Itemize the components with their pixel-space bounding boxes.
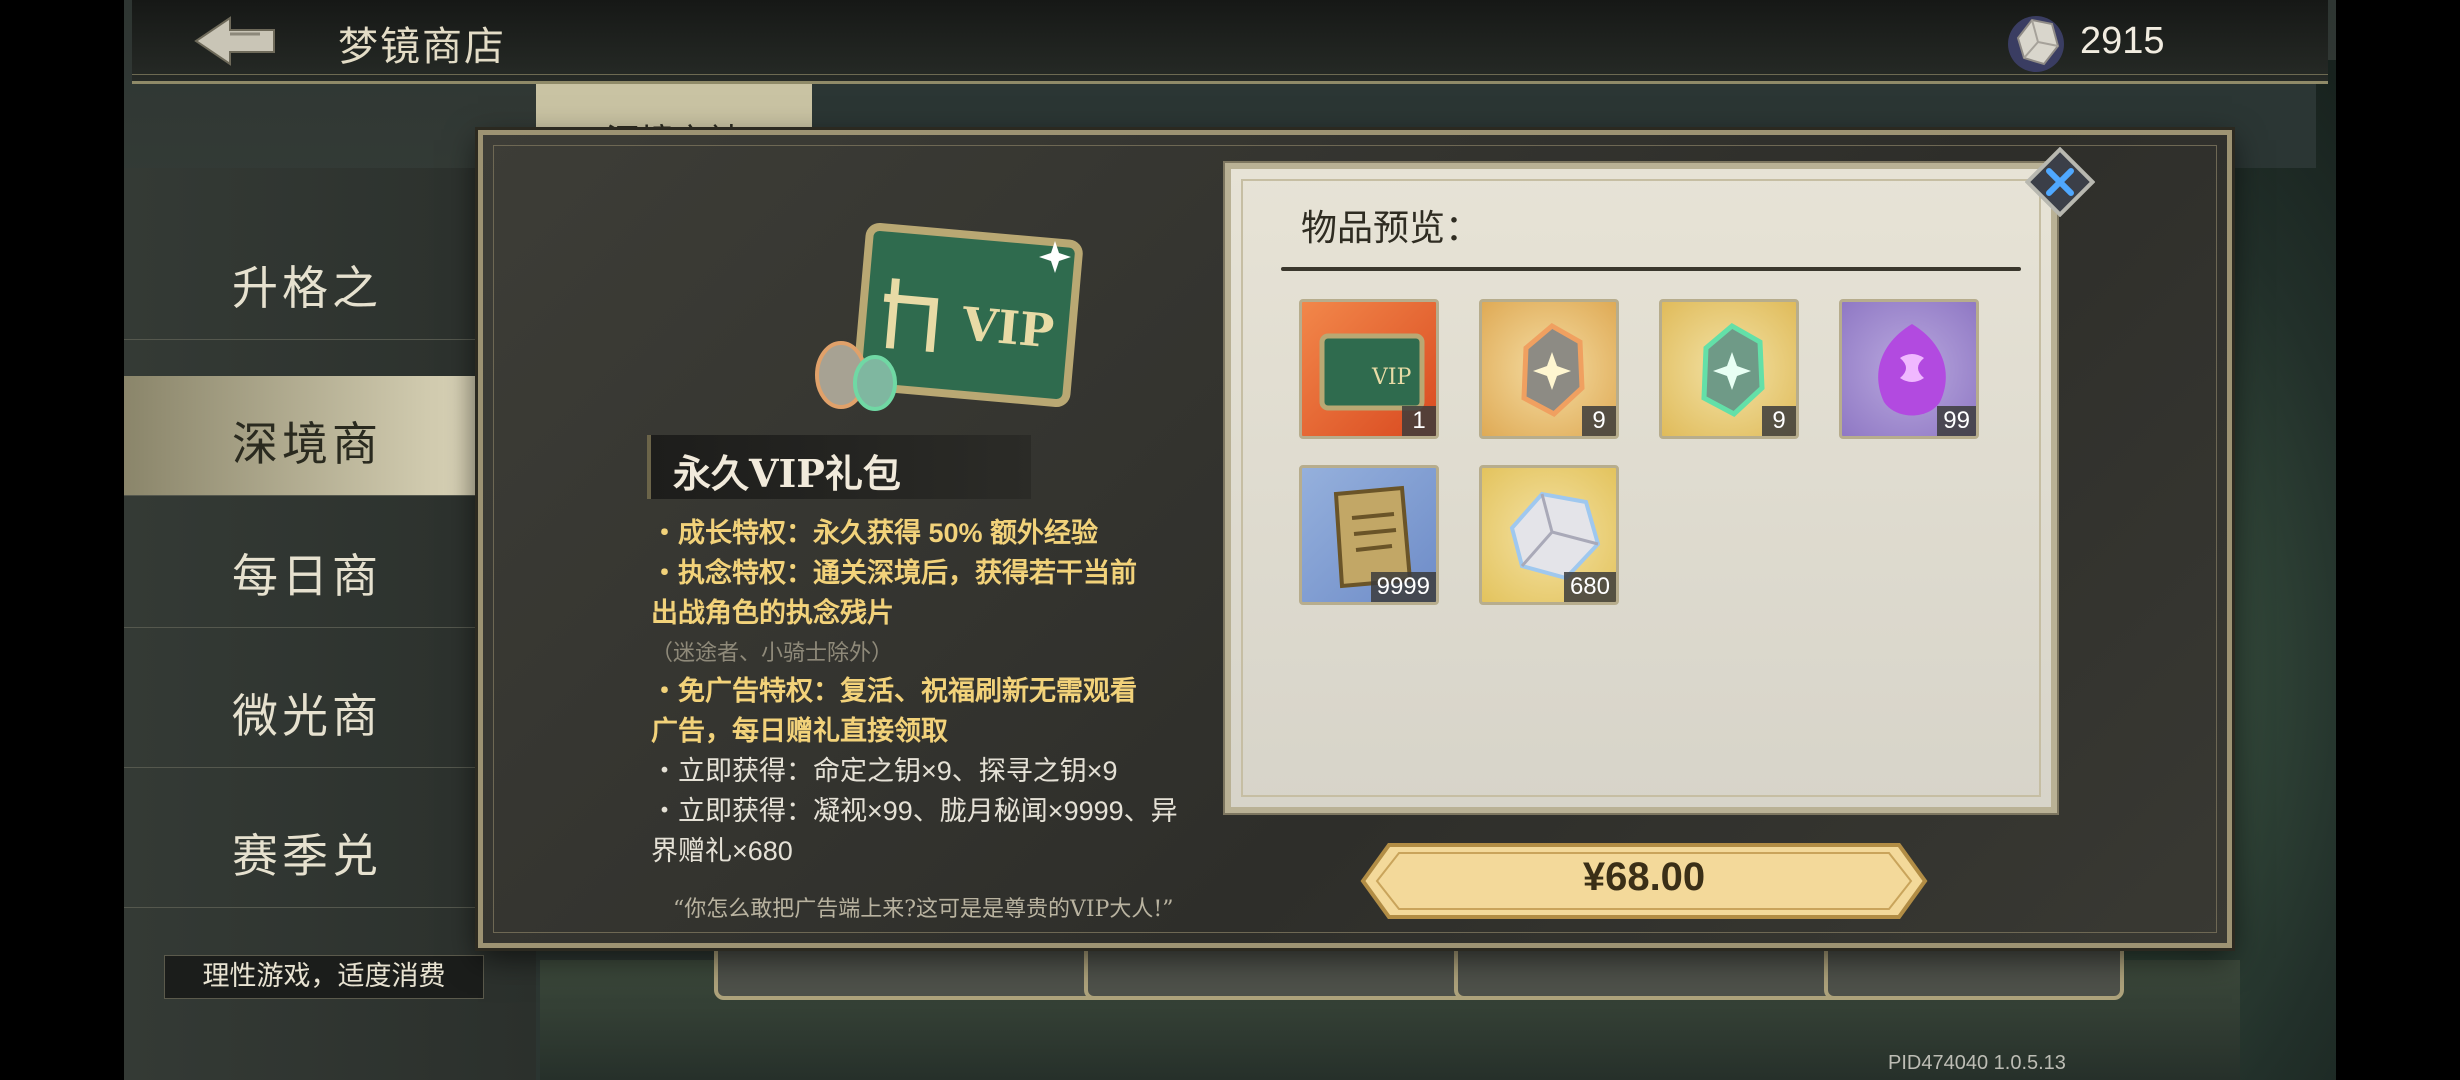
pack-title-box: 永久VIP礼包 [647, 435, 1031, 499]
item-quantity: 9 [1762, 406, 1796, 436]
item-quantity: 9 [1582, 406, 1616, 436]
crystal-icon [2008, 16, 2064, 72]
price-label: ¥68.00 [1582, 855, 1706, 899]
sidebar-item-label: 赛季兑 [232, 829, 382, 883]
close-x-icon[interactable] [2025, 147, 2095, 217]
svg-text:VIP: VIP [1371, 365, 1412, 390]
item-slot[interactable]: 9 [1479, 299, 1619, 439]
left-letterbox [0, 0, 124, 1080]
sidebar-item-ascension[interactable]: 升格之 [124, 220, 536, 340]
vip-pack-dialog: VIP 永久VIP礼包 ・成长特权：永久获得 50% 额外经验 ・执念特权：通关… [478, 130, 2232, 948]
vip-card-icon: VIP [815, 222, 1083, 411]
tab-deep-realm[interactable]: 深境之社 [536, 84, 812, 162]
preview-divider [1281, 267, 2021, 271]
game-screen: 深境之社 风帆之社 古物商店 异界赠礼 梦镜商店 2915 [0, 0, 2460, 1080]
sidebar-item-glimmer[interactable]: 微光商 [124, 648, 536, 768]
item-preview-panel: 物品预览： VIP 1 9 9 99 9999 680 [1223, 161, 2059, 815]
sidebar-item-label: 深境商 [232, 417, 382, 471]
pack-title: 永久VIP礼包 [673, 451, 901, 496]
spending-notice: 理性游戏，适度消费 [164, 955, 484, 999]
sidebar-item-deep-realm[interactable]: 深境商 [124, 376, 536, 496]
svg-text:VIP: VIP [959, 297, 1056, 359]
item-slot[interactable]: 99 [1839, 299, 1979, 439]
top-bar: 梦镜商店 2915 [132, 0, 2328, 84]
sidebar-item-daily[interactable]: 每日商 [124, 508, 536, 628]
sidebar-item-label: 微光商 [232, 689, 382, 743]
item-slot[interactable]: 9999 [1299, 465, 1439, 605]
top-bar-divider [132, 74, 2328, 75]
page-title: 梦镜商店 [338, 24, 506, 70]
desc-line: 广告，每日赠礼直接领取 [651, 716, 948, 746]
purchase-button[interactable]: ¥68.00 [1359, 841, 1929, 921]
desc-line: ・执念特权：通关深境后，获得若干当前 [651, 558, 1137, 588]
desc-line: 出战角色的执念残片 [651, 598, 894, 628]
preview-title: 物品预览： [1301, 208, 1482, 249]
shop-sidebar: 升格之 深境商 每日商 微光商 赛季兑 [124, 168, 536, 1080]
desc-line: ・成长特权：永久获得 50% 额外经验 [651, 518, 1099, 548]
sidebar-item-season[interactable]: 赛季兑 [124, 788, 536, 908]
desc-line: ・立即获得：命定之钥×9、探寻之钥×9 [651, 756, 1118, 786]
item-quantity: 680 [1563, 572, 1616, 602]
build-version: PID474040 1.0.5.13 [1888, 1052, 2066, 1074]
right-letterbox [2336, 0, 2460, 1080]
item-quantity: 1 [1402, 406, 1436, 436]
item-slot[interactable]: 9 [1659, 299, 1799, 439]
desc-line: 界赠礼×680 [651, 836, 793, 866]
item-slot[interactable]: VIP 1 [1299, 299, 1439, 439]
shop-scene: 深境之社 风帆之社 古物商店 异界赠礼 梦镜商店 2915 [124, 0, 2336, 1080]
pack-quote: “你怎么敢把广告端上来?这可是是尊贵的VIP大人!” [673, 897, 1174, 922]
back-arrow-icon[interactable] [190, 10, 280, 72]
sidebar-item-label: 每日商 [232, 549, 382, 603]
sidebar-item-label: 升格之 [232, 261, 382, 315]
item-quantity: 9999 [1370, 572, 1436, 602]
desc-line: ・立即获得：凝视×99、胧月秘闻×9999、异 [651, 796, 1178, 826]
item-slot[interactable]: 680 [1479, 465, 1619, 605]
desc-line: ・免广告特权：复活、祝福刷新无需观看 [651, 676, 1137, 706]
currency-amount: 2915 [2080, 20, 2165, 62]
item-quantity: 99 [1937, 406, 1976, 436]
desc-note: （迷途者、小骑士除外） [651, 640, 894, 665]
